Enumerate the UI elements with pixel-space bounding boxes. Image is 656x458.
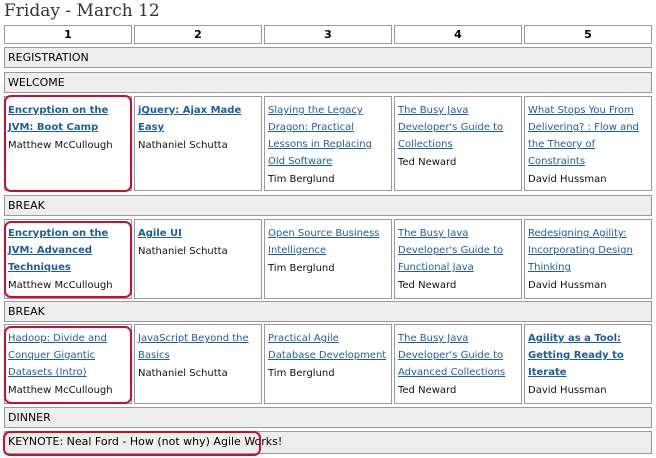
speaker-name: Matthew McCullough xyxy=(8,140,113,151)
session-cell: Agility as a Tool: Getting Ready to Iter… xyxy=(524,324,652,404)
speaker-name: Tim Berglund xyxy=(268,174,335,185)
session-cell: Hadoop: Divide and Conquer Gigantic Data… xyxy=(4,324,132,404)
session-cell: The Busy Java Developer's Guide to Colle… xyxy=(394,96,522,191)
session-cell: JavaScript Beyond the Basics Nathaniel S… xyxy=(134,324,262,404)
session-title-link[interactable]: Hadoop: Divide and Conquer Gigantic Data… xyxy=(8,330,128,381)
speaker-name: David Hussman xyxy=(528,385,607,396)
session-title-link[interactable]: Redesigning Agility: Incorporating Desig… xyxy=(528,225,648,276)
session-title-link[interactable]: Agility as a Tool: Getting Ready to Iter… xyxy=(528,330,648,381)
speaker-name: Matthew McCullough xyxy=(8,280,113,291)
session-cell: Slaying the Legacy Dragon: Practical Les… xyxy=(264,96,392,191)
speaker-name: Tim Berglund xyxy=(268,263,335,274)
session-title-link[interactable]: What Stops You From Delivering? : Flow a… xyxy=(528,102,648,170)
session-title-link[interactable]: Open Source Business Intelligence xyxy=(268,225,388,259)
session-cell: jQuery: Ajax Made Easy Nathaniel Schutta xyxy=(134,96,262,191)
speaker-name: David Hussman xyxy=(528,174,607,185)
session-title-link[interactable]: The Busy Java Developer's Guide to Funct… xyxy=(398,225,518,276)
row-keynote: KEYNOTE: Neal Ford - How (not why) Agile… xyxy=(4,431,652,454)
session-cell: Agile UI Nathaniel Schutta xyxy=(134,219,262,299)
session-cell: Open Source Business Intelligence Tim Be… xyxy=(264,219,392,299)
row-break: BREAK xyxy=(4,195,652,216)
session-cell: Practical Agile Database Development Tim… xyxy=(264,324,392,404)
speaker-name: Ted Neward xyxy=(398,280,457,291)
row-welcome: WELCOME xyxy=(4,72,652,93)
row-dinner: DINNER xyxy=(4,407,652,428)
column-header-5: 5 xyxy=(524,25,652,44)
session-cell: What Stops You From Delivering? : Flow a… xyxy=(524,96,652,191)
speaker-name: Matthew McCullough xyxy=(8,385,113,396)
speaker-name: Nathaniel Schutta xyxy=(138,368,228,379)
page-title: Friday - March 12 xyxy=(4,1,160,21)
session-title-link[interactable]: The Busy Java Developer's Guide to Colle… xyxy=(398,102,518,153)
session-cell: Encryption on the JVM: Advanced Techniqu… xyxy=(4,219,132,299)
session-cell: The Busy Java Developer's Guide to Advan… xyxy=(394,324,522,404)
session-title-link[interactable]: Practical Agile Database Development xyxy=(268,330,388,364)
row-break: BREAK xyxy=(4,301,652,322)
column-header-4: 4 xyxy=(394,25,522,44)
session-title-link[interactable]: Encryption on the JVM: Boot Camp xyxy=(8,102,128,136)
session-cell: The Busy Java Developer's Guide to Funct… xyxy=(394,219,522,299)
column-header-1: 1 xyxy=(4,25,132,44)
session-title-link[interactable]: Encryption on the JVM: Advanced Techniqu… xyxy=(8,225,128,276)
session-title-link[interactable]: jQuery: Ajax Made Easy xyxy=(138,102,258,136)
column-header-3: 3 xyxy=(264,25,392,44)
session-title-link[interactable]: Agile UI xyxy=(138,225,258,242)
session-cell: Redesigning Agility: Incorporating Desig… xyxy=(524,219,652,299)
speaker-name: David Hussman xyxy=(528,280,607,291)
speaker-name: Nathaniel Schutta xyxy=(138,246,228,257)
speaker-name: Tim Berglund xyxy=(268,368,335,379)
speaker-name: Nathaniel Schutta xyxy=(138,140,228,151)
row-registration: REGISTRATION xyxy=(4,47,652,68)
speaker-name: Ted Neward xyxy=(398,385,457,396)
speaker-name: Ted Neward xyxy=(398,157,457,168)
session-title-link[interactable]: JavaScript Beyond the Basics xyxy=(138,330,258,364)
session-title-link[interactable]: Slaying the Legacy Dragon: Practical Les… xyxy=(268,102,388,170)
column-header-2: 2 xyxy=(134,25,262,44)
session-title-link[interactable]: The Busy Java Developer's Guide to Advan… xyxy=(398,330,518,381)
session-cell: Encryption on the JVM: Boot Camp Matthew… xyxy=(4,96,132,191)
